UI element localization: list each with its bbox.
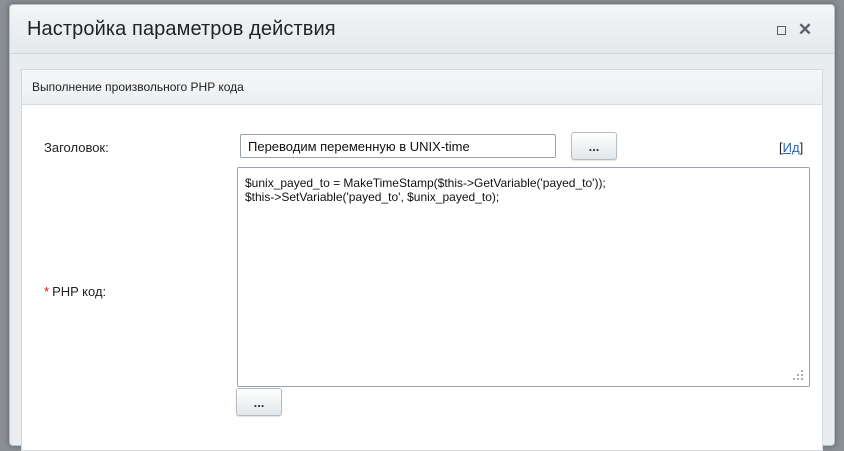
maximize-icon[interactable] xyxy=(772,21,790,39)
section-header: Выполнение произвольного PHP кода xyxy=(22,70,822,105)
resize-grip-icon[interactable] xyxy=(792,369,804,381)
id-link[interactable]: Ид xyxy=(783,140,800,155)
title-insert-button[interactable]: ... xyxy=(571,132,617,160)
dialog-titlebar[interactable]: Настройка параметров действия ✕ xyxy=(10,5,834,54)
php-code-label: * PHP код: xyxy=(44,284,106,299)
id-link-wrapper: [Ид] xyxy=(779,140,803,155)
title-input[interactable] xyxy=(240,134,556,158)
id-link-close-bracket: ] xyxy=(799,140,804,155)
required-mark: * xyxy=(44,284,50,299)
code-line: $this->SetVariable('payed_to', $unix_pay… xyxy=(245,190,500,204)
action-settings-dialog: Настройка параметров действия ✕ Выполнен… xyxy=(9,4,835,451)
close-icon[interactable]: ✕ xyxy=(796,21,814,39)
dialog-title: Настройка параметров действия xyxy=(27,18,336,40)
php-code-textarea[interactable]: $unix_payed_to = MakeTimeStamp($this->Ge… xyxy=(237,167,810,387)
section-title: Выполнение произвольного PHP кода xyxy=(32,80,244,94)
php-code-insert-button[interactable]: ... xyxy=(236,388,282,416)
code-line: $unix_payed_to = MakeTimeStamp($this->Ge… xyxy=(245,176,606,190)
dialog-content: Выполнение произвольного PHP кода Заголо… xyxy=(21,69,823,451)
php-code-label-text: PHP код: xyxy=(52,284,107,299)
title-label: Заголовок: xyxy=(44,140,109,155)
